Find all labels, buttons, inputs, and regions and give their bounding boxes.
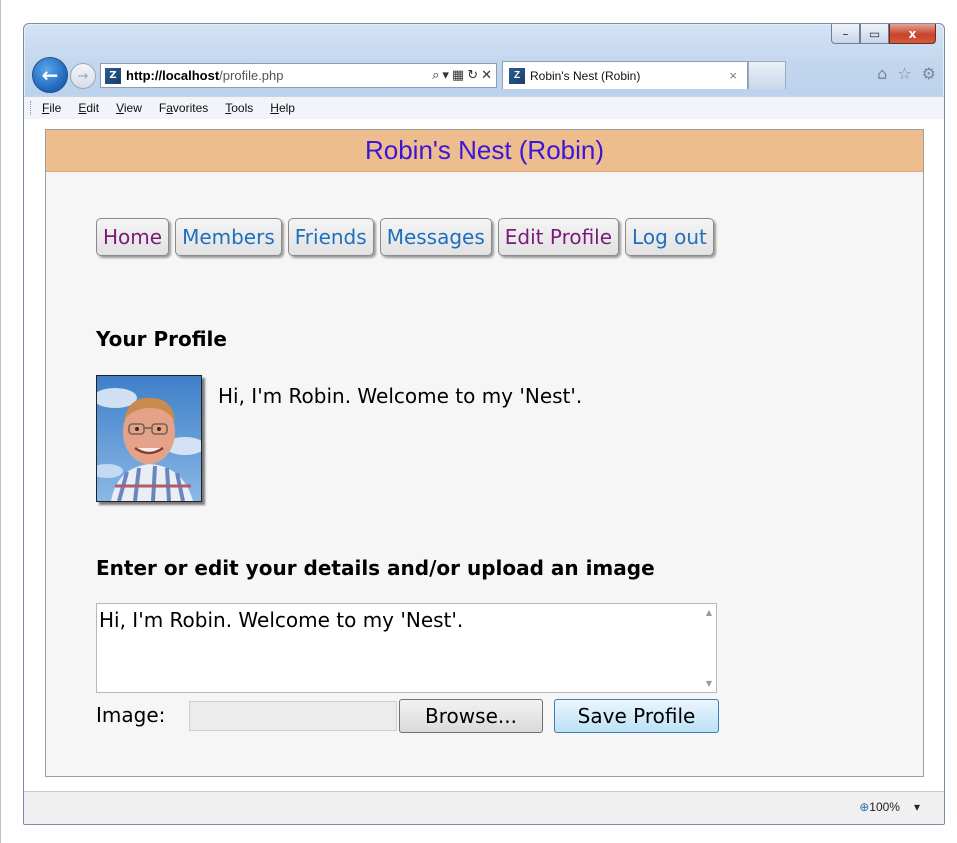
back-arrow-icon[interactable]: ← [32, 57, 68, 93]
site-nav: Home Members Friends Messages Edit Profi… [96, 218, 714, 256]
menu-grip [30, 101, 34, 115]
browse-button[interactable]: Browse... [399, 699, 543, 733]
menu-view-label: iew [123, 101, 142, 115]
site-page: Robin's Nest (Robin) Home Members Friend… [45, 129, 924, 777]
tab-title: Robin's Nest (Robin) [530, 68, 641, 83]
maximize-button[interactable]: ▭ [860, 24, 889, 44]
avatar-photo [97, 376, 201, 501]
zoom-control[interactable]: ⊕100% ▾ [859, 800, 920, 814]
image-file-field[interactable] [189, 701, 397, 731]
menu-tools-label: ools [231, 101, 254, 115]
dropdown-icon[interactable]: ▾ [442, 68, 449, 83]
scroll-up-icon[interactable]: ▲ [706, 608, 712, 617]
menu-file[interactable]: File [42, 101, 61, 115]
edit-heading: Enter or edit your details and/or upload… [96, 556, 655, 580]
minimize-button[interactable]: – [831, 24, 860, 44]
menu-view-accel: V [116, 101, 124, 115]
profile-text: Hi, I'm Robin. Welcome to my 'Nest'. [218, 384, 583, 408]
avatar [96, 375, 202, 502]
address-tools: ⌕ ▾ ▦ ↻ ✕ [432, 68, 496, 83]
image-label: Image: [96, 703, 166, 727]
address-url[interactable]: http://localhost/profile.php [126, 68, 432, 83]
menu-file-label: ile [49, 101, 62, 115]
star-icon[interactable]: ☆ [897, 64, 911, 83]
home-icon[interactable]: ⌂ [877, 64, 887, 83]
nav-home-button[interactable]: Home [96, 218, 170, 256]
menu-edit[interactable]: Edit [78, 101, 99, 115]
browser-window: – ▭ x ← → Z http://localhost/profile.php… [23, 23, 945, 825]
save-profile-button[interactable]: Save Profile [554, 699, 719, 733]
image-upload-row: Image: Browse... Save Profile [96, 699, 736, 733]
zoom-icon: ⊕ [859, 800, 870, 814]
scroll-down-icon[interactable]: ▼ [706, 679, 712, 688]
address-bar[interactable]: Z http://localhost/profile.php ⌕ ▾ ▦ ↻ ✕ [100, 63, 497, 88]
menu-edit-label: dit [86, 101, 100, 115]
zoom-dropdown-icon[interactable]: ▾ [914, 800, 920, 814]
page-border [0, 0, 1, 843]
nav-friends-button[interactable]: Friends [287, 218, 374, 256]
stop-icon[interactable]: ✕ [481, 68, 492, 83]
navigation-bar: ← → Z http://localhost/profile.php ⌕ ▾ ▦… [24, 57, 944, 93]
new-tab-button[interactable] [748, 61, 786, 89]
browser-toolbar-icons: ⌂ ☆ ⚙ [877, 64, 936, 83]
profile-heading: Your Profile [96, 327, 227, 351]
url-host: http://localhost [126, 68, 220, 83]
content-viewport: Robin's Nest (Robin) Home Members Friend… [24, 119, 944, 791]
menu-bar: File Edit View Favorites Tools Help [24, 96, 944, 120]
gear-icon[interactable]: ⚙ [922, 64, 936, 83]
menu-view[interactable]: View [116, 101, 142, 115]
tab-robins-nest[interactable]: Z Robin's Nest (Robin) × [502, 61, 748, 89]
tab-close-icon[interactable]: × [729, 68, 737, 83]
menu-help[interactable]: Help [270, 101, 295, 115]
close-window-button[interactable]: x [889, 24, 936, 44]
url-path: /profile.php [219, 68, 284, 83]
menu-favorites-label: vorites [172, 101, 209, 115]
compatibility-icon[interactable]: ▦ [452, 68, 464, 83]
menu-help-label: elp [278, 101, 295, 115]
menu-tools[interactable]: Tools [225, 101, 253, 115]
menu-favorites-accel: a [166, 101, 173, 115]
profile-textarea[interactable]: Hi, I'm Robin. Welcome to my 'Nest'. ▲ ▼ [96, 603, 717, 693]
site-favicon-icon: Z [105, 67, 121, 84]
search-icon[interactable]: ⌕ [432, 68, 439, 83]
profile-textarea-value: Hi, I'm Robin. Welcome to my 'Nest'. [99, 608, 464, 632]
forward-arrow-icon[interactable]: → [70, 63, 96, 89]
caption-buttons: – ▭ x [831, 24, 936, 45]
zoom-level: 100% [869, 800, 900, 814]
nav-members-button[interactable]: Members [175, 218, 282, 256]
menu-help-accel: H [270, 101, 279, 115]
refresh-icon[interactable]: ↻ [467, 68, 478, 83]
nav-edit-profile-button[interactable]: Edit Profile [497, 218, 620, 256]
menu-favorites[interactable]: Favorites [159, 101, 208, 115]
nav-messages-button[interactable]: Messages [379, 218, 492, 256]
site-header: Robin's Nest (Robin) [46, 130, 923, 172]
tab-favicon-icon: Z [509, 67, 525, 84]
status-bar: ⊕100% ▾ [24, 791, 944, 824]
nav-logout-button[interactable]: Log out [625, 218, 714, 256]
